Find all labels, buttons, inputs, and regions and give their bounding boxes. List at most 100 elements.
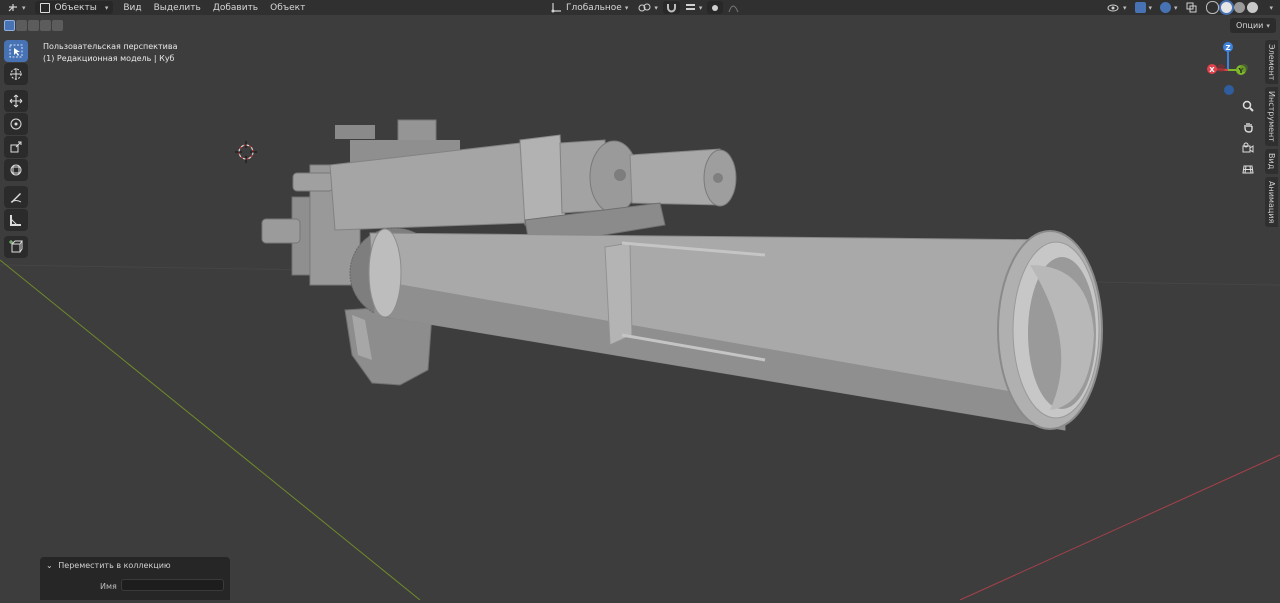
mode-label: Объекты [54,2,97,13]
orientation-label: Глобальное [566,2,622,13]
transform-icon [10,164,22,176]
material-shading-button[interactable] [1233,2,1245,13]
tool-shelf [4,40,30,259]
name-field[interactable] [121,579,224,591]
hand-icon [1244,123,1253,133]
x-axis-line [959,454,1280,601]
name-label: Имя [100,582,117,591]
3d-cursor [235,141,257,163]
z-axis-label: Z [1225,44,1230,52]
x-axis-label: X [1209,66,1215,74]
transform-tool[interactable] [4,159,28,181]
object-info: (1) Редакционная модель | Куб [43,54,175,63]
annotate-tool[interactable] [4,186,28,208]
viewport-scene [0,119,1280,601]
menu-view[interactable]: Вид [117,0,147,15]
chevron-down-icon: ▾ [1148,3,1153,12]
tab-item[interactable]: Элемент [1265,40,1278,85]
redo-panel-title: Переместить в коллекцию [58,561,171,570]
viewport-header: ▾ Объекты ▾ Вид Выделить Добавить Объект… [0,0,1280,15]
pencil-icon [10,193,22,203]
tab-view[interactable]: Вид [1265,149,1278,174]
select-box-tool[interactable] [4,40,28,62]
select-subtract-icon[interactable] [28,19,39,31]
chevron-down-icon: ▾ [654,3,658,12]
orientation-icon [551,3,561,13]
neg-x-handle[interactable] [1217,64,1225,72]
shading-options-button[interactable]: ▾ [1264,1,1277,14]
rendered-shading-button[interactable] [1246,2,1258,13]
3d-viewport[interactable] [0,15,1280,601]
viewport-display-controls: ▾ ▾ ▾ ▾ [1104,1,1278,14]
menu-add[interactable]: Добавить [207,0,264,15]
navigation-gizmo[interactable]: Z Y X [1198,40,1258,100]
magnet-icon [666,4,676,13]
zoom-button[interactable] [1238,96,1258,116]
wireframe-shading-button[interactable] [1205,1,1219,14]
camera-view-button[interactable] [1238,138,1258,158]
tab-tool[interactable]: Инструмент [1265,87,1278,147]
scale-icon [10,141,22,153]
scale-tool[interactable] [4,136,28,158]
select-extend-icon[interactable] [16,19,27,31]
options-label: Опции [1236,21,1264,30]
chevron-down-icon: ▾ [698,3,703,12]
add-cube-tool[interactable] [4,236,28,258]
neg-z-handle[interactable] [1224,85,1234,95]
editor-type-button[interactable]: ▾ [4,1,29,14]
selection-mode-group [4,19,63,32]
solid-shading-button[interactable] [1220,2,1232,13]
select-new-icon[interactable] [4,19,15,31]
move-tool[interactable] [4,90,28,112]
cursor-tool[interactable] [4,63,28,85]
tool-header [0,15,1280,35]
move-arrows-icon [9,94,23,108]
shading-modes [1202,1,1262,14]
chevron-down-icon: ▾ [1123,3,1127,12]
ruler-icon [10,215,21,226]
pan-button[interactable] [1238,117,1258,137]
perspective-toggle-button[interactable] [1238,159,1258,179]
chevron-down-icon: ▾ [104,3,109,12]
redo-panel-header[interactable]: ⌄ Переместить в коллекцию [46,561,171,570]
menu-object[interactable]: Объект [264,0,311,15]
viewport-info-overlay: Пользовательская перспектива (1) Редакци… [43,41,178,65]
tab-animation[interactable]: Анимация [1265,176,1278,227]
gizmo-toggle[interactable]: ▾ [1132,1,1156,14]
rotate-tool[interactable] [4,113,28,135]
pivot-select[interactable]: ▾ [635,1,661,14]
gizmo-icon [1134,2,1146,13]
measure-tool[interactable] [4,209,28,231]
eye-icon [1107,4,1119,12]
falloff-curve-icon [728,5,739,13]
proportional-edit-toggle[interactable] [707,1,724,14]
camera-icon [1242,142,1254,153]
overlays-toggle[interactable]: ▾ [1157,1,1181,14]
snap-target-select[interactable]: ▾ [682,1,706,14]
falloff-select[interactable] [725,1,742,14]
chevron-down-icon: ▾ [1269,3,1274,12]
neg-y-handle[interactable] [1240,64,1248,72]
last-operation-panel: ⌄ Переместить в коллекцию Имя [40,557,230,600]
select-invert-icon[interactable] [40,19,51,31]
axis-gizmo-icon [8,4,17,12]
increment-icon [685,4,695,10]
overlays-icon [1160,2,1172,13]
xray-toggle[interactable] [1183,1,1200,14]
view-name: Пользовательская перспектива [43,42,178,51]
snap-toggle[interactable] [662,1,680,14]
rotate-icon [10,118,22,130]
menu-select[interactable]: Выделить [148,0,207,15]
gun-model [261,119,1103,431]
chevron-down-icon: ⌄ [46,561,53,570]
add-cube-icon [9,240,23,253]
select-intersect-icon[interactable] [52,19,63,31]
zoom-icon [1242,100,1254,112]
link-icon [638,3,651,12]
visibility-select[interactable]: ▾ [1104,1,1130,14]
chevron-down-icon: ▾ [624,3,629,12]
navigation-buttons [1238,96,1258,180]
orientation-select[interactable]: Глобальное ▾ [548,1,631,14]
options-dropdown[interactable]: Опции ▾ [1230,18,1276,33]
mode-select[interactable]: Объекты ▾ [34,1,114,14]
